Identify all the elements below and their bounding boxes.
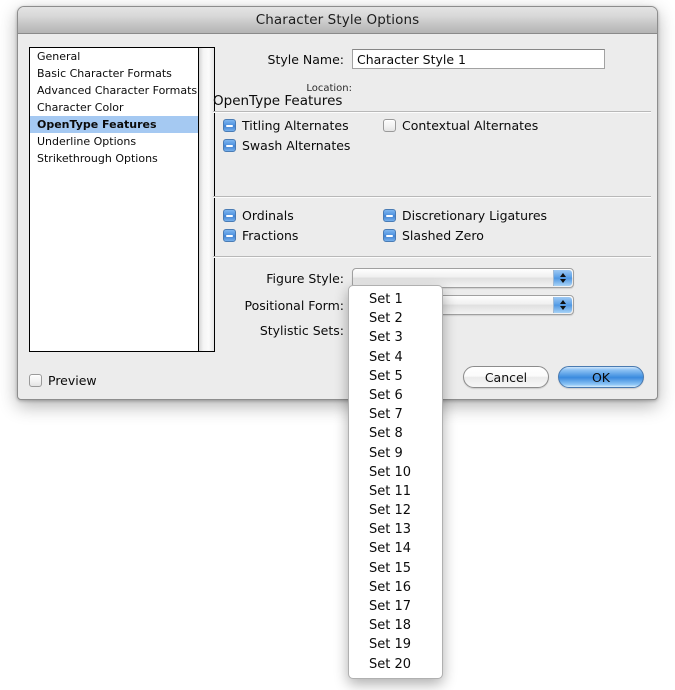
menu-item-set-5[interactable]: Set 5 xyxy=(349,367,442,386)
section-divider-bottom xyxy=(213,256,651,258)
checkbox-label: Slashed Zero xyxy=(402,228,484,243)
stylistic-sets-label: Stylistic Sets: xyxy=(259,323,344,338)
menu-item-set-10[interactable]: Set 10 xyxy=(349,463,442,482)
menu-item-set-9[interactable]: Set 9 xyxy=(349,444,442,463)
checkbox-swash-alternates[interactable]: Swash Alternates xyxy=(223,138,350,153)
preview-checkbox-row[interactable]: Preview xyxy=(29,373,97,388)
ok-button[interactable]: OK xyxy=(558,366,644,388)
chevron-down-icon xyxy=(560,279,566,283)
checkbox-mixed-icon[interactable] xyxy=(223,119,236,132)
menu-item-set-19[interactable]: Set 19 xyxy=(349,635,442,654)
screen: Character Style Options General Basic Ch… xyxy=(0,0,675,690)
character-style-options-dialog: Character Style Options General Basic Ch… xyxy=(17,6,658,400)
menu-item-set-2[interactable]: Set 2 xyxy=(349,309,442,328)
checkbox-label: Swash Alternates xyxy=(242,138,351,153)
checkbox-label: Titling Alternates xyxy=(242,118,349,133)
dialog-titlebar[interactable]: Character Style Options xyxy=(18,7,657,34)
sidebar-item-basic-character-formats[interactable]: Basic Character Formats xyxy=(30,65,198,82)
checkbox-mixed-icon[interactable] xyxy=(223,209,236,222)
menu-item-set-3[interactable]: Set 3 xyxy=(349,328,442,347)
category-list-scrollbar[interactable] xyxy=(198,48,214,351)
category-listbox[interactable]: General Basic Character Formats Advanced… xyxy=(29,47,215,352)
menu-item-set-16[interactable]: Set 16 xyxy=(349,578,442,597)
checkbox-mixed-icon[interactable] xyxy=(383,229,396,242)
stepper-arrows-icon[interactable] xyxy=(553,270,572,286)
menu-item-set-6[interactable]: Set 6 xyxy=(349,386,442,405)
menu-item-set-18[interactable]: Set 18 xyxy=(349,616,442,635)
menu-item-set-12[interactable]: Set 12 xyxy=(349,501,442,520)
menu-item-set-4[interactable]: Set 4 xyxy=(349,348,442,367)
menu-item-set-1[interactable]: Set 1 xyxy=(349,290,442,309)
checkbox-label: Contextual Alternates xyxy=(402,118,539,133)
section-divider-top xyxy=(213,111,651,113)
chevron-up-icon xyxy=(560,300,566,304)
menu-item-set-8[interactable]: Set 8 xyxy=(349,424,442,443)
sidebar-item-underline-options[interactable]: Underline Options xyxy=(30,133,198,150)
chevron-down-icon xyxy=(560,306,566,310)
section-title: OpenType Features xyxy=(213,93,343,109)
cancel-button[interactable]: Cancel xyxy=(463,366,549,388)
checkbox-titling-alternates[interactable]: Titling Alternates xyxy=(223,118,349,133)
checkbox-label: Ordinals xyxy=(242,208,294,223)
sidebar-item-character-color[interactable]: Character Color xyxy=(30,99,198,116)
menu-item-set-15[interactable]: Set 15 xyxy=(349,559,442,578)
stylistic-sets-menu[interactable]: Set 1 Set 2 Set 3 Set 4 Set 5 Set 6 Set … xyxy=(348,285,443,679)
checkbox-fractions[interactable]: Fractions xyxy=(223,228,298,243)
stepper-arrows-icon[interactable] xyxy=(553,297,572,313)
dialog-title: Character Style Options xyxy=(255,12,420,28)
checkbox-discretionary-ligatures[interactable]: Discretionary Ligatures xyxy=(383,208,547,223)
chevron-up-icon xyxy=(560,273,566,277)
checkbox-mixed-icon[interactable] xyxy=(383,209,396,222)
menu-item-set-17[interactable]: Set 17 xyxy=(349,597,442,616)
dialog-buttons: Cancel OK xyxy=(463,366,644,388)
menu-item-set-13[interactable]: Set 13 xyxy=(349,520,442,539)
figure-style-label: Figure Style: xyxy=(266,270,344,286)
style-name-label: Style Name: xyxy=(267,51,344,67)
style-name-input[interactable] xyxy=(352,49,605,69)
checkbox-label: Discretionary Ligatures xyxy=(402,208,548,223)
checkbox-ordinals[interactable]: Ordinals xyxy=(223,208,294,223)
stylistic-sets-row: Stylistic Sets: xyxy=(218,322,369,339)
sidebar-item-general[interactable]: General xyxy=(30,48,198,65)
checkbox-contextual-alternates[interactable]: Contextual Alternates xyxy=(383,118,538,133)
checkbox-mixed-icon[interactable] xyxy=(223,139,236,152)
menu-item-set-11[interactable]: Set 11 xyxy=(349,482,442,501)
section-header: OpenType Features xyxy=(213,90,651,109)
checkbox-unchecked-icon[interactable] xyxy=(29,374,42,387)
dialog-body: General Basic Character Formats Advanced… xyxy=(18,34,657,399)
checkbox-unchecked-icon[interactable] xyxy=(383,119,396,132)
section-divider-middle xyxy=(213,196,651,198)
menu-item-set-20[interactable]: Set 20 xyxy=(349,655,442,674)
preview-label: Preview xyxy=(48,373,97,388)
sidebar-item-strikethrough-options[interactable]: Strikethrough Options xyxy=(30,150,198,167)
category-list: General Basic Character Formats Advanced… xyxy=(30,48,198,351)
positional-form-label: Positional Form: xyxy=(244,297,344,313)
menu-item-set-7[interactable]: Set 7 xyxy=(349,405,442,424)
sidebar-item-advanced-character-formats[interactable]: Advanced Character Formats xyxy=(30,82,198,99)
style-name-row: Style Name: xyxy=(218,49,605,69)
menu-item-set-14[interactable]: Set 14 xyxy=(349,539,442,558)
checkbox-label: Fractions xyxy=(242,228,299,243)
checkbox-slashed-zero[interactable]: Slashed Zero xyxy=(383,228,484,243)
sidebar-item-opentype-features[interactable]: OpenType Features xyxy=(30,116,198,133)
checkbox-mixed-icon[interactable] xyxy=(223,229,236,242)
